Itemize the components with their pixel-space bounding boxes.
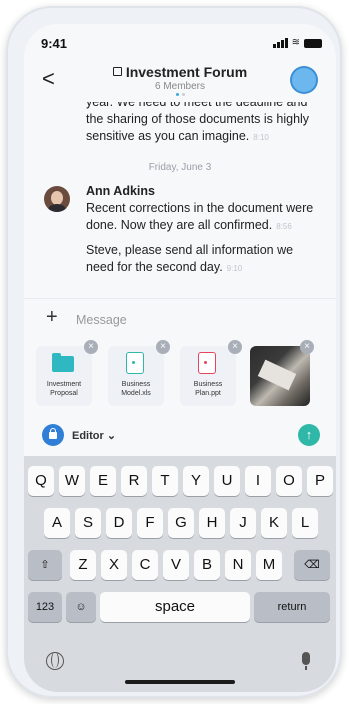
key-f[interactable]: F [137,508,163,538]
key-d[interactable]: D [106,508,132,538]
message-input[interactable] [74,310,298,330]
remove-attachment-icon[interactable]: × [84,340,98,354]
status-time: 9:41 [41,36,68,51]
key-m[interactable]: M [256,550,282,580]
send-button[interactable]: ↑ [298,424,320,446]
remove-attachment-icon[interactable]: × [300,340,314,354]
space-key[interactable]: space [100,592,250,622]
composer: + [24,306,336,334]
photo-thumbnail [250,346,310,406]
key-j[interactable]: J [230,508,256,538]
key-w[interactable]: W [59,466,85,496]
backspace-key[interactable]: ⌫ [294,550,330,580]
editor-row: Editor ⌄ ↑ [24,422,336,452]
chat-title-block[interactable]: Investment Forum 6 Members [84,64,276,96]
attachment-item[interactable]: × [250,340,314,410]
key-k[interactable]: K [261,508,287,538]
attachment-item[interactable]: Business Model.xls × [108,340,170,410]
message-bubble: year. We need to meet the deadline and t… [86,102,322,146]
attachment-name: Business Plan.ppt [193,381,223,397]
key-a[interactable]: A [44,508,70,538]
lock-icon [49,428,57,439]
key-b[interactable]: B [194,550,220,580]
key-n[interactable]: N [225,550,251,580]
phone-frame: 9:41 ≋ < Investment Forum 6 Members year… [6,6,342,698]
key-q[interactable]: Q [28,466,54,496]
editor-label: Editor [72,430,104,442]
key-r[interactable]: R [121,466,147,496]
return-key[interactable]: return [254,592,330,622]
key-u[interactable]: U [214,466,240,496]
battery-icon [304,39,322,48]
lock-icon [112,67,122,76]
attachment-item[interactable]: Investment Proposal × [36,340,98,410]
key-c[interactable]: C [132,550,158,580]
message-bubble: Recent corrections in the document were … [86,200,322,235]
screen: 9:41 ≋ < Investment Forum 6 Members year… [24,24,336,692]
key-l[interactable]: L [292,508,318,538]
remove-attachment-icon[interactable]: × [156,340,170,354]
key-o[interactable]: O [276,466,302,496]
chat-title: Investment Forum [125,64,248,80]
key-y[interactable]: Y [183,466,209,496]
microphone-icon[interactable] [302,652,310,670]
key-z[interactable]: Z [70,550,96,580]
key-g[interactable]: G [168,508,194,538]
keyboard: Q W E R T Y U I O P A S D F G H J K L ⇧ Z X C V B N M ⌫ 123 ☺ space ret… [24,456,336,692]
key-t[interactable]: T [152,466,178,496]
folder-icon [52,353,74,372]
key-e[interactable]: E [90,466,116,496]
key-h[interactable]: H [199,508,225,538]
signal-icon [272,38,288,48]
attachment-name: Business Model.xls [121,381,151,397]
message-text: year. We need to meet the deadline and t… [86,102,310,143]
plus-icon[interactable]: + [46,306,58,329]
message-time: 9:10 [226,264,243,273]
editor-lock-button[interactable] [42,424,64,446]
date-separator: Friday, June 3 [148,162,212,173]
message-time: 8:10 [253,133,269,142]
back-arrow-icon[interactable]: < [42,66,55,92]
shift-key[interactable]: ⇧ [28,550,62,580]
key-x[interactable]: X [101,550,127,580]
sender-name: Ann Adkins [86,184,155,198]
message-list: year. We need to meet the deadline and t… [24,102,336,294]
presentation-file-icon [198,352,216,374]
divider [24,298,336,299]
status-bar: 9:41 ≋ [24,24,336,64]
sender-avatar[interactable] [44,186,70,212]
members-count: 6 Members [154,81,205,92]
emoji-key[interactable]: ☺ [66,592,96,622]
message-time: 8:56 [276,222,292,231]
page-indicator [84,93,276,96]
globe-icon[interactable] [46,652,64,670]
key-s[interactable]: S [75,508,101,538]
home-indicator [125,680,235,684]
spreadsheet-file-icon [126,352,144,374]
attachment-list: Investment Proposal × Business Model.xls… [36,340,336,410]
chat-title-row: Investment Forum [84,64,276,80]
wifi-icon: ≋ [291,37,300,48]
remove-attachment-icon[interactable]: × [228,340,242,354]
attachment-item[interactable]: Business Plan.ppt × [180,340,242,410]
system-icons: ≋ [272,37,322,48]
message-text: Steve, please send all information we ne… [86,243,294,274]
key-v[interactable]: V [163,550,189,580]
chevron-down-icon: ⌄ [106,430,117,442]
key-i[interactable]: I [245,466,271,496]
editor-dropdown[interactable]: Editor ⌄ [72,429,116,442]
group-avatar[interactable] [292,68,316,92]
key-p[interactable]: P [307,466,333,496]
numbers-key[interactable]: 123 [28,592,62,622]
attachment-name: Investment Proposal [46,381,82,397]
message-bubble: Steve, please send all information we ne… [86,242,322,277]
